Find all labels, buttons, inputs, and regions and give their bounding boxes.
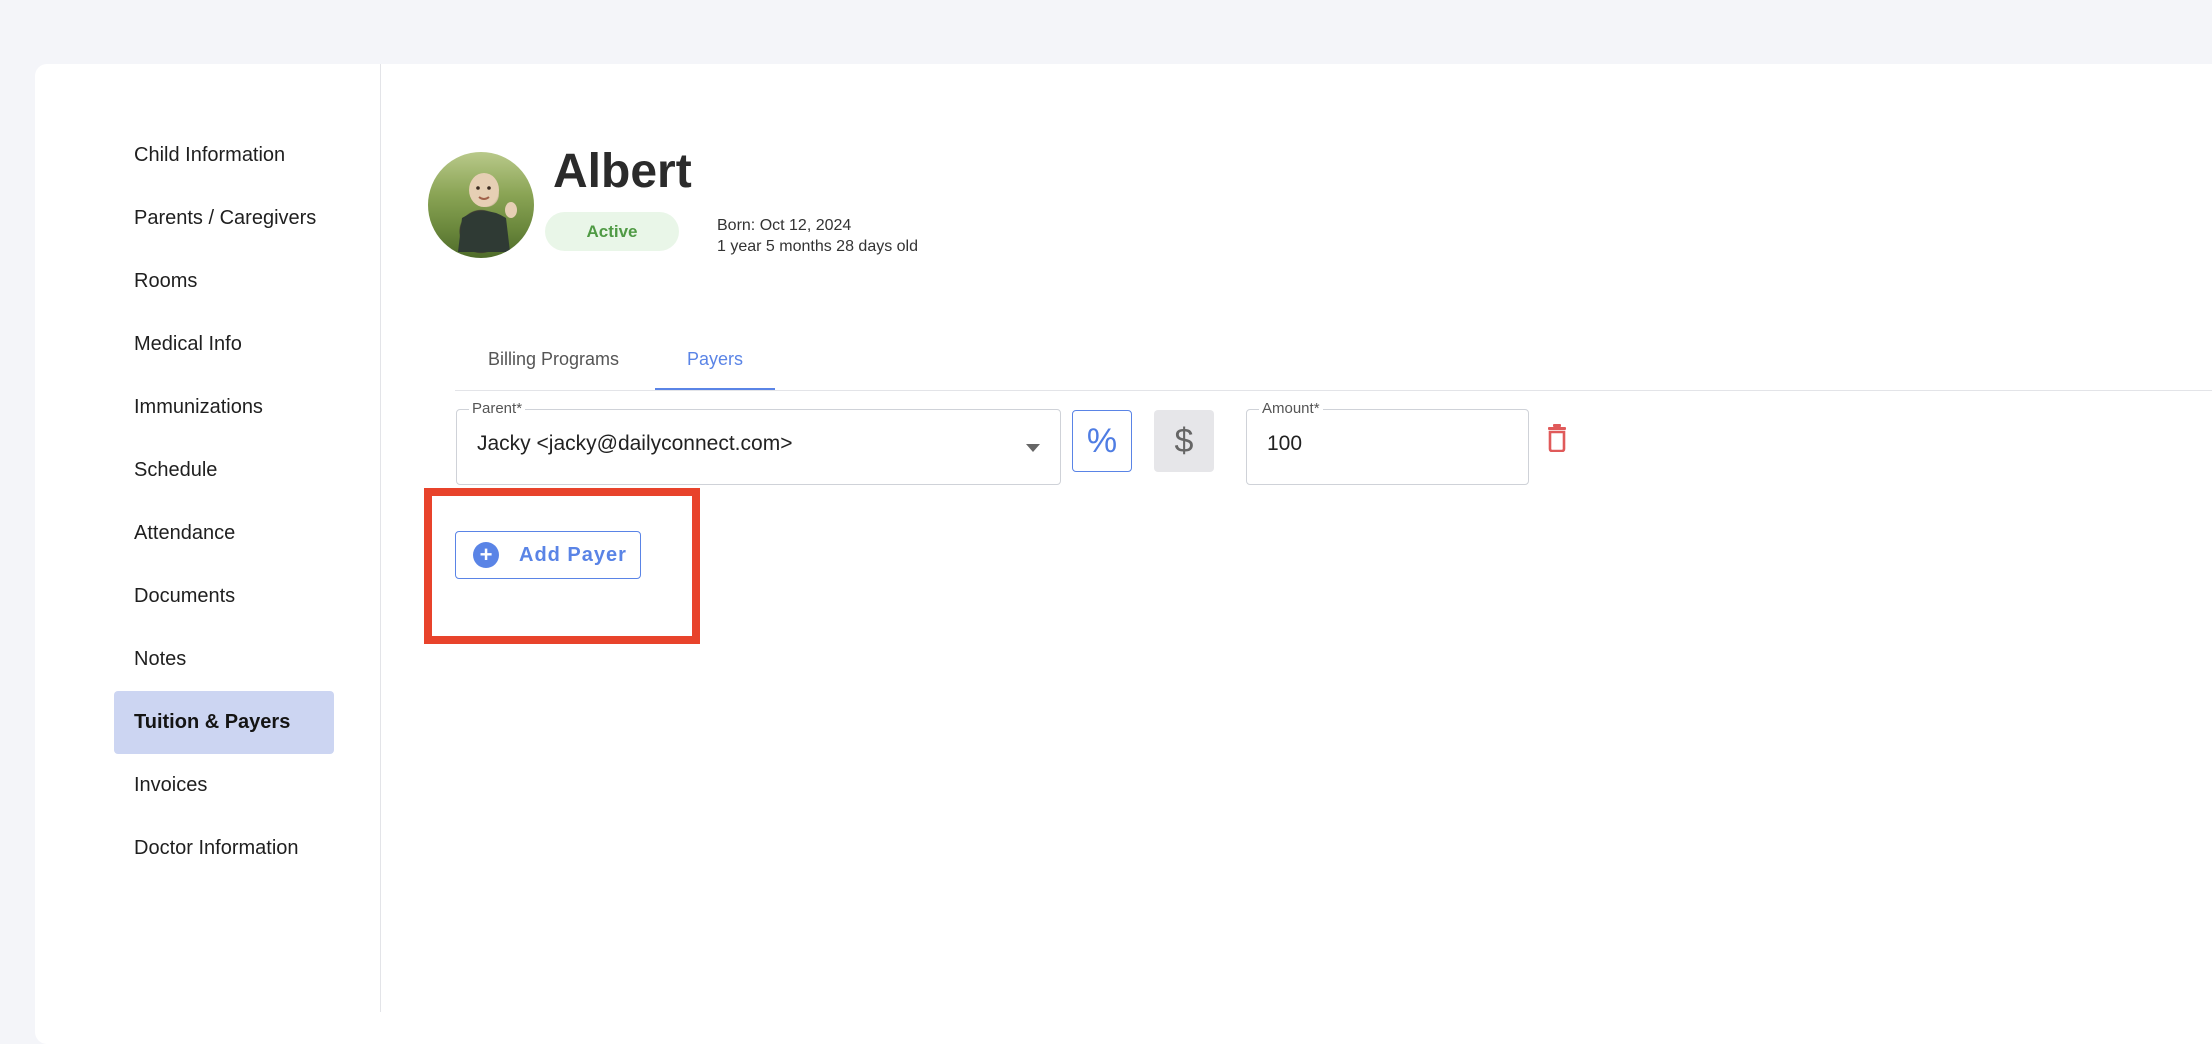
amount-field-value: 100 xyxy=(1267,432,1303,455)
parent-field-label: Parent* xyxy=(469,400,526,417)
sidebar-item-parents-caregivers[interactable]: Parents / Caregivers xyxy=(114,187,334,250)
child-name: Albert xyxy=(553,145,692,198)
sidebar-item-documents[interactable]: Documents xyxy=(114,565,334,628)
sidebar-item-child-information[interactable]: Child Information xyxy=(114,124,334,187)
tab-bar: Billing Programs Payers xyxy=(455,330,2212,391)
tab-payers[interactable]: Payers xyxy=(655,330,775,390)
sidebar-item-tuition-payers[interactable]: Tuition & Payers xyxy=(114,691,334,754)
chevron-down-icon[interactable] xyxy=(1026,444,1040,452)
sidebar-item-schedule[interactable]: Schedule xyxy=(114,439,334,502)
sidebar-item-doctor-information[interactable]: Doctor Information xyxy=(114,817,334,880)
parent-field-value: Jacky <jacky@dailyconnect.com> xyxy=(477,432,793,455)
age-text: 1 year 5 months 28 days old xyxy=(717,238,919,255)
sidebar-item-invoices[interactable]: Invoices xyxy=(114,754,334,817)
amount-field[interactable]: Amount* 100 xyxy=(1246,400,1529,485)
tab-billing-programs[interactable]: Billing Programs xyxy=(488,330,619,388)
main-content: Albert Active Born: Oct 12, 2024 1 year … xyxy=(380,64,2212,1012)
birth-info: Born: Oct 12, 2024 1 year 5 months 28 da… xyxy=(717,215,918,257)
status-badge: Active xyxy=(545,212,679,251)
avatar xyxy=(428,152,534,258)
sidebar-item-medical-info[interactable]: Medical Info xyxy=(114,313,334,376)
child-photo-icon xyxy=(458,173,517,252)
amount-field-label: Amount* xyxy=(1259,400,1323,417)
sidebar-list: Child Information Parents / Caregivers R… xyxy=(114,124,334,880)
dollar-toggle-button[interactable]: $ xyxy=(1154,410,1214,472)
highlight-annotation xyxy=(424,488,700,644)
trash-icon[interactable] xyxy=(1545,424,1569,452)
sidebar-item-notes[interactable]: Notes xyxy=(114,628,334,691)
sidebar-item-attendance[interactable]: Attendance xyxy=(114,502,334,565)
sidebar-item-immunizations[interactable]: Immunizations xyxy=(114,376,334,439)
sidebar: Child Information Parents / Caregivers R… xyxy=(35,64,381,1012)
percent-toggle-button[interactable]: % xyxy=(1072,410,1132,472)
sidebar-item-rooms[interactable]: Rooms xyxy=(114,250,334,313)
parent-select[interactable]: Parent* Jacky <jacky@dailyconnect.com> xyxy=(456,400,1061,485)
born-date: Born: Oct 12, 2024 xyxy=(717,217,852,234)
